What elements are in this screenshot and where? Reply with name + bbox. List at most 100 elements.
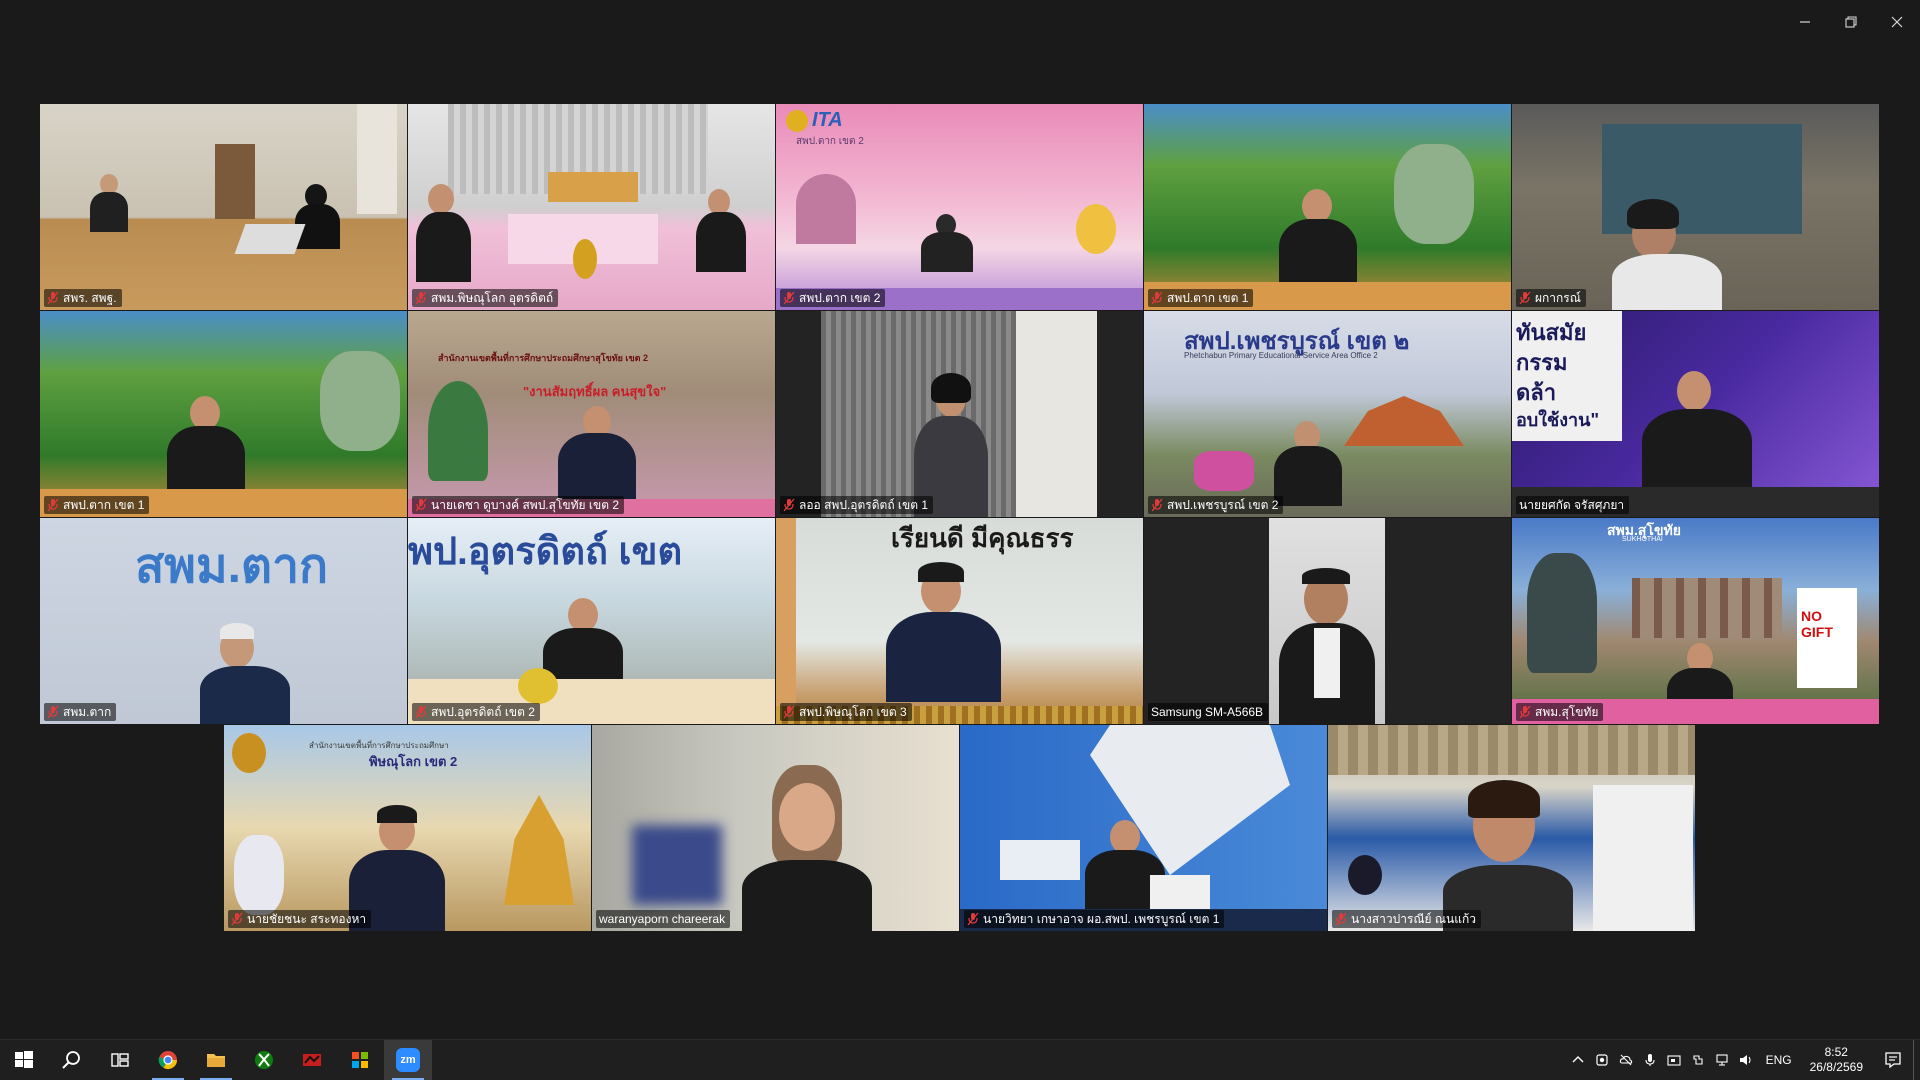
video-tile[interactable]: สพป.เพชรบูรณ์ เขต ๒ Phetchabun Primary E… — [1144, 311, 1511, 517]
video-tile[interactable]: เรียนดี มีคุณธรร สพป.พิษณุโลก เขต 3 — [776, 518, 1143, 724]
video-tile[interactable]: สพร. สพฐ. — [40, 104, 407, 310]
participant-name-tag: สพร. สพฐ. — [44, 289, 122, 307]
mic-muted-icon — [1519, 705, 1531, 719]
participant-name-tag: นายวิทยา เกษาอาจ ผอ.สพป. เพชรบูรณ์ เขต 1 — [964, 910, 1225, 928]
video-tile[interactable]: สพป.ตาก เขต 1 — [1144, 104, 1511, 310]
video-tile[interactable]: สพม.พิษณุโลก อุตรดิตถ์ — [408, 104, 775, 310]
video-tile[interactable]: สพป.ตาก เขต 1 — [40, 311, 407, 517]
video-feed: สำนักงานเขตพื้นที่การศึกษาประถมศึกษา พิษ… — [224, 725, 591, 931]
participant-name-tag: Samsung SM-A566B — [1148, 703, 1269, 721]
speaker-icon — [1739, 1055, 1751, 1065]
mic-muted-icon — [231, 912, 243, 926]
participant-name: สพป.ตาก เขต 1 — [1167, 291, 1249, 305]
participant-name: นายชัยชนะ สระทองหา — [247, 912, 367, 926]
task-view-button[interactable] — [96, 1040, 144, 1080]
microphone-icon — [1645, 1054, 1655, 1066]
participant-name: สพร. สพฐ. — [63, 291, 117, 305]
chrome-taskbar-button[interactable] — [144, 1040, 192, 1080]
network-icon — [1716, 1054, 1728, 1066]
folder-icon — [207, 1054, 225, 1067]
mic-muted-icon — [783, 498, 795, 512]
video-tile[interactable]: Samsung SM-A566B — [1144, 518, 1511, 724]
no-gift-sign: NO GIFT — [1797, 588, 1857, 688]
participant-name-tag: สพม.สุโขทัย — [1516, 703, 1604, 721]
search-icon — [62, 1051, 80, 1069]
meet-now-icon — [1667, 1055, 1681, 1066]
restore-button[interactable] — [1828, 0, 1874, 44]
banner-title: เรียนดี มีคุณธรร — [891, 523, 1074, 553]
notification-center-button[interactable] — [1873, 1040, 1913, 1080]
participant-name-tag: สพป.พิษณุโลก เขต 3 — [780, 703, 912, 721]
video-feed: สพม.สุโขทัย SUKHOTHAI NO GIFT — [1512, 518, 1879, 724]
video-tile[interactable]: สพม.ตาก สพม.ตาก — [40, 518, 407, 724]
red-app-taskbar-button[interactable] — [288, 1040, 336, 1080]
video-feed: สำนักงานเขตพื้นที่การศึกษาประถมศึกษาสุโข… — [408, 311, 775, 517]
participant-name: นายเดชา ดูบางค์ สพป.สุโขทัย เขต 2 — [431, 498, 619, 512]
video-feed — [1512, 104, 1879, 310]
video-tile[interactable]: สำนักงานเขตพื้นที่การศึกษาประถมศึกษาสุโข… — [408, 311, 775, 517]
clock-time: 8:52 — [1824, 1045, 1848, 1059]
zoom-taskbar-button[interactable]: zm — [384, 1040, 432, 1080]
video-tile[interactable]: ลออ สพป.อุตรดิตถ์ เขต 1 — [776, 311, 1143, 517]
video-tile[interactable]: พป.อุตรดิตถ์ เขต สพป.อุตรดิตถ์ เขต 2 — [408, 518, 775, 724]
show-hidden-icons-button[interactable] — [1566, 1040, 1590, 1080]
chrome-icon — [158, 1051, 177, 1070]
file-explorer-taskbar-button[interactable] — [192, 1040, 240, 1080]
ita-logo: ITA — [786, 109, 843, 132]
xbox-taskbar-button[interactable] — [240, 1040, 288, 1080]
mic-muted-icon — [783, 705, 795, 719]
video-tile[interactable]: ผกากรณ์ — [1512, 104, 1879, 310]
participant-name-tag: ลออ สพป.อุตรดิตถ์ เขต 1 — [780, 496, 934, 514]
zoom-icon: zm — [396, 1048, 420, 1072]
video-tile[interactable]: นายวิทยา เกษาอาจ ผอ.สพป. เพชรบูรณ์ เขต 1 — [960, 725, 1327, 931]
participant-name: waranyaporn chareerak — [599, 912, 726, 926]
mic-muted-icon — [47, 291, 59, 305]
video-tile[interactable]: ITA สพป.ตาก เขต 2 สพป.ตาก เขต 2 — [776, 104, 1143, 310]
minimize-button[interactable] — [1782, 0, 1828, 44]
close-button[interactable] — [1874, 0, 1920, 44]
cloud-tray-button[interactable] — [1614, 1040, 1638, 1080]
microphone-tray-button[interactable] — [1638, 1040, 1662, 1080]
restore-icon — [1845, 16, 1857, 28]
mic-muted-icon — [1519, 291, 1531, 305]
usb-tray-button[interactable] — [1686, 1040, 1710, 1080]
usb-icon — [1693, 1055, 1703, 1065]
chevron-up-icon — [1572, 1056, 1584, 1063]
mic-muted-icon — [1335, 912, 1347, 926]
video-tile[interactable]: นางสาวปารณีย์ ณนแก้ว — [1328, 725, 1695, 931]
store-taskbar-button[interactable] — [336, 1040, 384, 1080]
mic-muted-icon — [415, 705, 427, 719]
banner-title: สำนักงานเขตพื้นที่การศึกษาประถมศึกษาสุโข… — [438, 353, 649, 363]
camera-tray-button[interactable] — [1590, 1040, 1614, 1080]
video-feed — [960, 725, 1327, 931]
mic-muted-icon — [415, 498, 427, 512]
banner-subtitle: พิษณุโลก เขต 2 — [369, 754, 458, 769]
search-button[interactable] — [48, 1040, 96, 1080]
red-app-icon — [303, 1054, 321, 1066]
participant-name: Samsung SM-A566B — [1151, 705, 1264, 719]
meet-now-tray-button[interactable] — [1662, 1040, 1686, 1080]
start-button[interactable] — [0, 1040, 48, 1080]
taskbar: zm ENG 8:52 26/8/2569 — [0, 1039, 1920, 1080]
video-tile-active-speaker[interactable]: waranyaporn chareerak — [592, 725, 959, 931]
clock[interactable]: 8:52 26/8/2569 — [1800, 1045, 1873, 1075]
video-tile[interactable]: สำนักงานเขตพื้นที่การศึกษาประถมศึกษา พิษ… — [224, 725, 591, 931]
mic-muted-icon — [47, 498, 59, 512]
volume-tray-button[interactable] — [1734, 1040, 1758, 1080]
video-feed — [40, 104, 407, 310]
input-language-button[interactable]: ENG — [1758, 1053, 1800, 1067]
banner-subtitle: SUKHOTHAI — [1622, 536, 1663, 543]
participant-name: สพป.อุตรดิตถ์ เขต 2 — [431, 705, 535, 719]
mic-muted-icon — [967, 912, 979, 926]
participant-name: ลออ สพป.อุตรดิตถ์ เขต 1 — [799, 498, 929, 512]
mic-muted-icon — [783, 291, 795, 305]
participant-name-tag: นายยศกัด จรัสศุภยา — [1516, 496, 1630, 514]
video-feed: ITA สพป.ตาก เขต 2 — [776, 104, 1143, 310]
video-tile[interactable]: สพม.สุโขทัย SUKHOTHAI NO GIFT สพม.สุโขทั… — [1512, 518, 1879, 724]
video-tile[interactable]: ทันสมัย กรรม ดล้า อบใช้งาน" นายยศกัด จรั… — [1512, 311, 1879, 517]
xbox-icon — [255, 1051, 273, 1069]
minimize-icon — [1800, 21, 1810, 23]
show-desktop-button[interactable] — [1913, 1040, 1920, 1080]
network-tray-button[interactable] — [1710, 1040, 1734, 1080]
participant-name-tag: สพป.อุตรดิตถ์ เขต 2 — [412, 703, 540, 721]
